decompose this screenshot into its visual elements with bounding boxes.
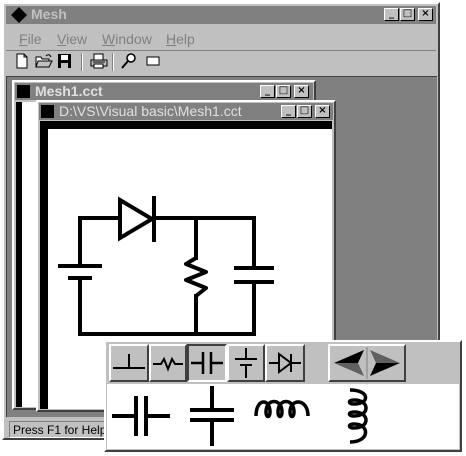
right-arrow-icon[interactable] (368, 346, 404, 380)
inductor-preview-horizontal[interactable] (254, 394, 314, 424)
resistor-symbol (184, 256, 208, 298)
palette-diode-button[interactable] (265, 344, 305, 382)
palette-battery-button[interactable] (227, 344, 265, 382)
capacitor-preview-horizontal[interactable] (110, 388, 172, 444)
battery-symbol (58, 264, 102, 280)
diode-symbol (118, 196, 156, 242)
palette-resistor-button[interactable] (149, 344, 187, 382)
palette-capacitor-button[interactable] (187, 344, 227, 382)
capacitor-symbol (234, 266, 274, 284)
left-arrow-icon[interactable] (330, 346, 366, 380)
palette-wire-button[interactable] (109, 344, 149, 382)
inductor-preview-vertical[interactable] (342, 388, 376, 446)
capacitor-preview-vertical[interactable] (186, 386, 238, 448)
wire-left-bottom (78, 278, 256, 336)
wire-top-right (154, 216, 256, 268)
